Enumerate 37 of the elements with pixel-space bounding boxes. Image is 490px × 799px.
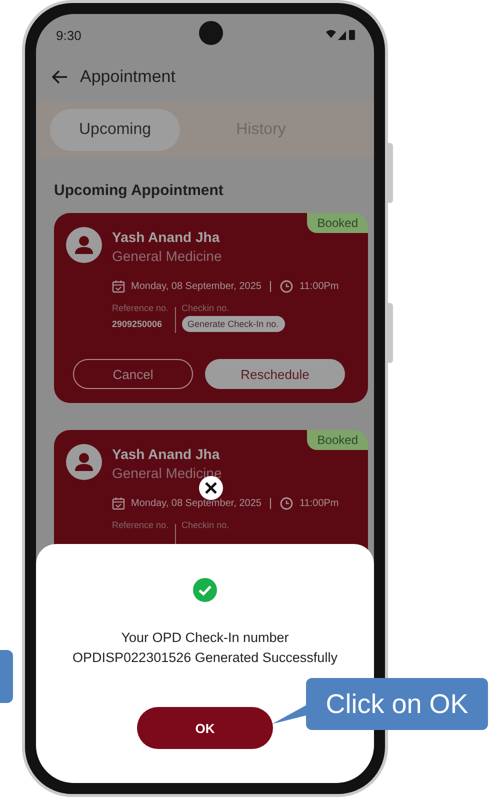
tab[interactable]: Upcoming <box>50 109 180 151</box>
appointment-date: Monday, 08 September, 2025 <box>131 281 262 292</box>
screen-title: Appointment <box>80 67 176 87</box>
department: General Medicine <box>112 248 222 264</box>
clock-icon <box>280 280 294 293</box>
cancel-button[interactable]: Cancel <box>73 359 193 389</box>
calendar-icon <box>112 497 125 510</box>
back-arrow-icon[interactable] <box>52 70 68 84</box>
checkin-label: Checkin no. <box>182 520 230 530</box>
callout-edge <box>0 650 13 703</box>
clock-icon <box>280 497 294 510</box>
patient-name: Yash Anand Jha <box>112 446 221 462</box>
success-check-icon <box>193 578 217 602</box>
patient-name: Yash Anand Jha <box>112 229 221 245</box>
dialog-message: OPDISP022301526 Generated Successfully <box>72 650 338 665</box>
calendar-icon <box>112 280 125 293</box>
reference-label: Reference no. <box>112 520 169 530</box>
status-tag: Booked <box>307 430 368 450</box>
generate-checkin-button[interactable]: Generate Check-In no. <box>182 316 285 332</box>
camera-dot <box>199 21 223 45</box>
department: General Medicine <box>112 465 222 481</box>
status-time: 9:30 <box>56 28 82 42</box>
status-icons <box>326 29 356 41</box>
section-title: Upcoming Appointment <box>53 181 224 201</box>
avatar-icon <box>66 444 102 480</box>
dialog-message: Your OPD Check-In number <box>121 630 289 645</box>
callout-text: Click on OK <box>326 688 468 720</box>
appointment-date: Monday, 08 September, 2025 <box>131 498 262 509</box>
reference-number: 2909250006 <box>112 319 162 329</box>
ok-button[interactable]: OK <box>137 707 273 749</box>
appointment-time: 11:00Pm <box>299 281 339 292</box>
avatar-icon <box>66 227 102 263</box>
status-tag: Booked <box>307 213 368 233</box>
reschedule-button[interactable]: Reschedule <box>205 359 345 389</box>
appointment-time: 11:00Pm <box>299 498 339 509</box>
reference-label: Reference no. <box>112 303 169 313</box>
checkin-label: Checkin no. <box>182 303 230 313</box>
